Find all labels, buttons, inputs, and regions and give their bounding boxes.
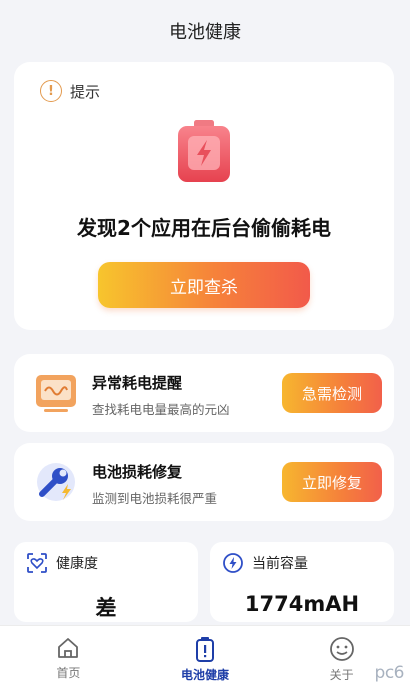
nav-item-battery-health[interactable]: 电池健康 (137, 626, 274, 689)
feature-subtitle: 查找耗电电量最高的元凶 (92, 402, 230, 417)
feature-title: 异常耗电提醒 (92, 374, 183, 392)
stat-value: 差 (95, 596, 117, 620)
bottom-nav: 首页 电池健康 关于 (0, 625, 410, 689)
lightning-circle-icon (223, 553, 243, 573)
page-title: 电池健康 (169, 22, 241, 43)
capacity-stat-card: 当前容量 1774mAH (210, 542, 394, 622)
tip-label: 提示 (70, 82, 101, 101)
tip-card: ! 提示 发现2个应用在后台偷偷耗电 立即查杀 (14, 62, 394, 330)
nav-item-home[interactable]: 首页 (0, 626, 137, 689)
tip-header: ! 提示 (40, 80, 100, 102)
nav-label: 首页 (56, 666, 81, 680)
home-icon (58, 638, 79, 658)
monitor-wave-icon (36, 375, 76, 412)
stat-value: 1774mAH (244, 592, 360, 616)
smiley-user-icon (329, 637, 354, 661)
watermark: pc6 (374, 663, 405, 683)
wrench-battery-icon (37, 463, 75, 501)
info-circle-icon: ! (40, 80, 62, 102)
detect-now-button[interactable]: 急需检测 (282, 373, 382, 413)
repair-now-button[interactable]: 立即修复 (282, 462, 382, 502)
battery-repair-card[interactable]: 电池损耗修复 监测到电池损耗很严重 立即修复 (14, 443, 394, 521)
abnormal-drain-card[interactable]: 异常耗电提醒 查找耗电电量最高的元凶 急需检测 (14, 354, 394, 432)
battery-charging-icon (178, 120, 230, 182)
feature-title: 电池损耗修复 (92, 463, 183, 481)
health-stat-card: 健康度 差 (14, 542, 198, 622)
nav-label: 关于 (329, 668, 354, 682)
battery-icon (196, 637, 214, 662)
tip-headline: 发现2个应用在后台偷偷耗电 (77, 216, 331, 240)
stat-label: 健康度 (56, 556, 98, 572)
stat-header: 当前容量 (222, 552, 308, 574)
stat-label: 当前容量 (252, 556, 308, 572)
kill-now-button[interactable]: 立即查杀 (98, 262, 310, 308)
feature-subtitle: 监测到电池损耗很严重 (92, 491, 218, 506)
heart-scan-icon (27, 553, 47, 573)
stat-header: 健康度 (26, 552, 98, 574)
nav-label: 电池健康 (181, 668, 230, 682)
